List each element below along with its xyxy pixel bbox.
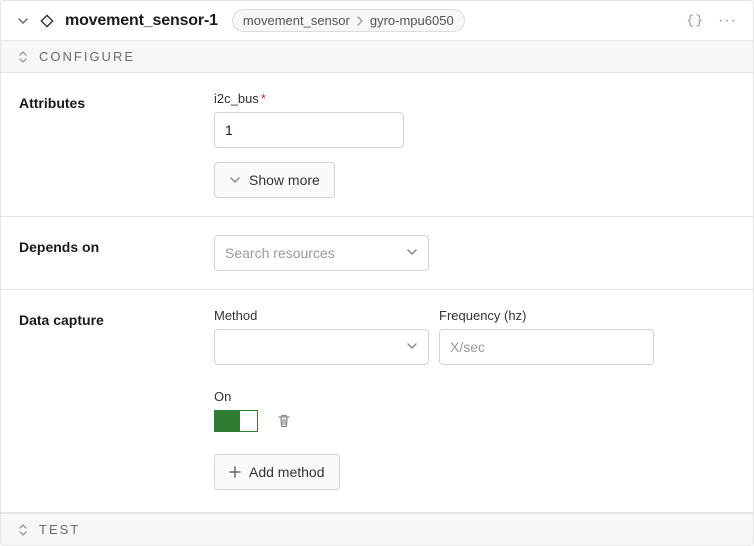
show-more-button[interactable]: Show more [214, 162, 335, 198]
attributes-section-label: Attributes [19, 91, 214, 111]
depends-on-row: Depends on Search resources [1, 217, 753, 290]
data-capture-section-label: Data capture [19, 308, 214, 328]
data-capture-row: Data capture Method Frequency (hz) [1, 290, 753, 513]
configure-section-header[interactable]: CONFIGURE [1, 40, 753, 73]
add-method-button[interactable]: Add method [214, 454, 340, 490]
i2c-bus-label: i2c_bus* [214, 91, 737, 106]
i2c-bus-input[interactable] [214, 112, 404, 148]
component-header: movement_sensor-1 movement_sensor gyro-m… [1, 1, 753, 40]
on-label: On [214, 389, 737, 404]
show-more-label: Show more [249, 172, 320, 188]
search-resources-placeholder: Search resources [225, 245, 335, 261]
add-method-label: Add method [249, 464, 325, 480]
collapse-chevron-icon[interactable] [17, 15, 29, 27]
configure-label: CONFIGURE [39, 49, 135, 64]
frequency-label: Frequency (hz) [439, 308, 654, 323]
test-label: TEST [39, 522, 80, 537]
test-section-header[interactable]: TEST [1, 513, 753, 545]
search-resources-select[interactable]: Search resources [214, 235, 429, 271]
breadcrumb-model: gyro-mpu6050 [370, 13, 454, 28]
type-model-breadcrumb: movement_sensor gyro-mpu6050 [232, 9, 465, 32]
chevron-down-icon [406, 245, 418, 261]
collapse-section-icon [17, 50, 29, 64]
breadcrumb-type: movement_sensor [243, 13, 350, 28]
expand-section-icon [17, 523, 29, 537]
frequency-input[interactable] [439, 329, 654, 365]
delete-capture-button[interactable] [276, 413, 292, 429]
chevron-down-icon [406, 339, 418, 355]
json-view-button[interactable]: {} [686, 13, 704, 28]
plus-icon [229, 466, 241, 478]
component-type-icon [39, 13, 55, 29]
chevron-right-icon [356, 16, 364, 26]
component-name: movement_sensor-1 [65, 12, 218, 30]
data-capture-on-toggle[interactable] [214, 410, 258, 432]
method-label: Method [214, 308, 429, 323]
chevron-down-icon [229, 174, 241, 186]
attributes-row: Attributes i2c_bus* Show more [1, 73, 753, 217]
method-select[interactable] [214, 329, 429, 365]
depends-on-section-label: Depends on [19, 235, 214, 255]
more-menu-icon[interactable]: ··· [718, 13, 737, 29]
